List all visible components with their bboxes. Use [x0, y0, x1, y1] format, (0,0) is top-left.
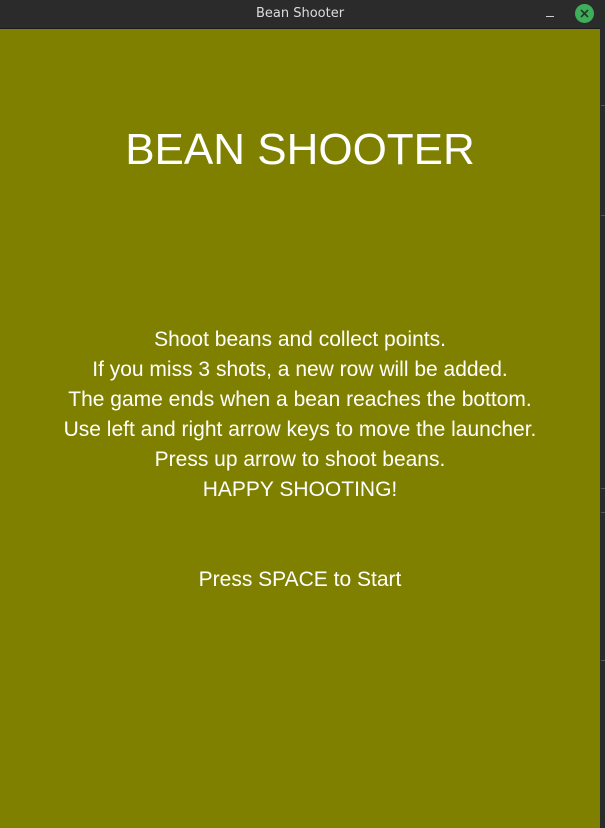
edge-mark [601, 512, 605, 513]
edge-mark [601, 105, 605, 106]
close-icon [580, 9, 589, 18]
start-prompt: Press SPACE to Start [198, 568, 402, 591]
title-bar[interactable]: Bean Shooter [0, 0, 600, 29]
instructions-block: Shoot beans and collect points. If you m… [0, 325, 600, 505]
game-title: BEAN SHOOTER [125, 125, 475, 174]
instruction-line: If you miss 3 shots, a new row will be a… [92, 358, 508, 381]
instruction-line: Use left and right arrow keys to move th… [63, 418, 537, 441]
minimize-icon [546, 16, 554, 17]
instruction-line: Shoot beans and collect points. [154, 328, 446, 351]
close-button[interactable] [575, 4, 594, 23]
window-title: Bean Shooter [255, 6, 345, 21]
app-window: Bean Shooter BEAN SHOOTER Shoot beans an… [0, 0, 600, 828]
instruction-line: Press up arrow to shoot beans. [154, 448, 446, 471]
game-canvas[interactable]: BEAN SHOOTER Shoot beans and collect poi… [0, 29, 600, 828]
edge-mark [601, 660, 605, 661]
minimize-button[interactable] [543, 7, 559, 21]
instruction-line: HAPPY SHOOTING! [202, 478, 398, 501]
instruction-line: The game ends when a bean reaches the bo… [68, 388, 532, 411]
edge-mark [601, 488, 605, 489]
edge-mark [601, 215, 605, 216]
background-window-edge [600, 0, 605, 828]
